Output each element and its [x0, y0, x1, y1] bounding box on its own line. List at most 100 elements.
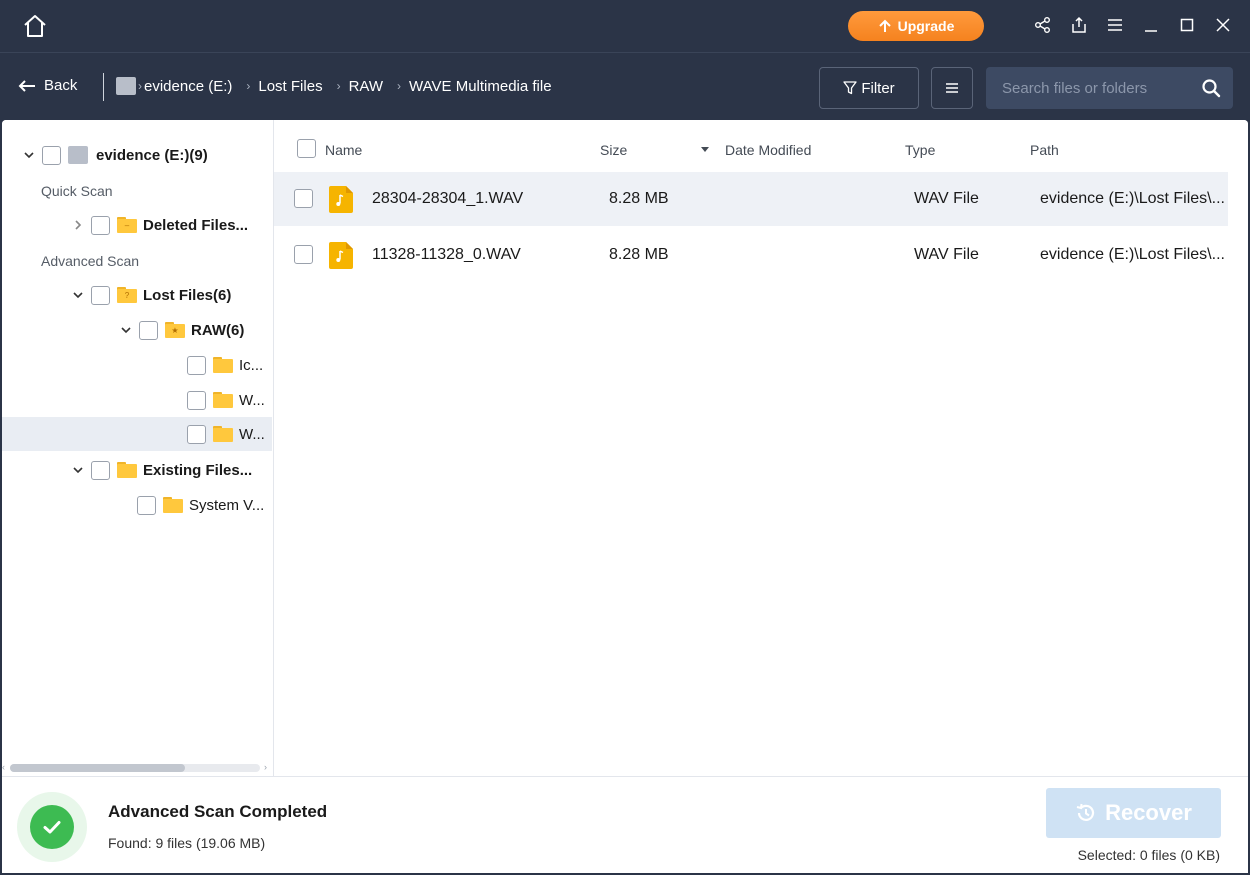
export-icon[interactable] [1068, 14, 1090, 36]
main-panel: evidence (E:)(9) Quick Scan – Deleted Fi… [2, 120, 1248, 873]
tree-item-label: W... [239, 425, 265, 443]
filter-label: Filter [861, 79, 895, 97]
recover-button[interactable]: Recover [1046, 788, 1221, 838]
checkbox[interactable] [187, 390, 206, 410]
file-path: evidence (E:)\Lost Files\... [1040, 246, 1225, 263]
row-checkbox[interactable] [294, 245, 313, 264]
checkbox[interactable] [139, 320, 158, 340]
row-checkbox[interactable] [294, 189, 313, 208]
column-header-name[interactable]: Name [325, 142, 362, 158]
tree-item-raw-child-selected[interactable]: W... [2, 417, 272, 451]
folder-icon [163, 497, 183, 513]
chevron-right-icon: › [336, 79, 341, 93]
checkbox[interactable] [91, 215, 110, 235]
history-icon [1076, 803, 1095, 821]
column-header-date-modified[interactable]: Date Modified [725, 142, 811, 158]
scroll-left-icon[interactable]: ‹ [2, 762, 5, 772]
section-label-quick-scan: Quick Scan [41, 183, 113, 199]
menu-icon[interactable] [1104, 14, 1126, 36]
upgrade-button[interactable]: Upgrade [848, 11, 984, 41]
search-input[interactable] [986, 67, 1191, 109]
tree-item-drive[interactable]: evidence (E:)(9) [22, 138, 208, 172]
scroll-right-icon[interactable]: › [264, 762, 267, 772]
audio-file-icon [329, 186, 353, 213]
filter-button[interactable]: Filter [819, 67, 919, 109]
chevron-down-icon[interactable] [22, 148, 36, 162]
selected-summary: Selected: 0 files (0 KB) [1077, 847, 1220, 863]
chevron-down-icon[interactable] [71, 288, 85, 302]
divider [103, 73, 104, 101]
close-icon[interactable] [1212, 14, 1234, 36]
column-header-size[interactable]: Size [600, 142, 627, 158]
tree-item-deleted-files[interactable]: – Deleted Files... [71, 208, 248, 242]
status-title: Advanced Scan Completed [108, 802, 328, 821]
tree-item-lost-files[interactable]: ? Lost Files(6) [71, 278, 231, 312]
list-view-icon [946, 83, 958, 93]
search-icon[interactable] [1201, 78, 1221, 98]
minimize-icon[interactable] [1140, 14, 1162, 36]
checkbox[interactable] [42, 145, 61, 165]
checkbox[interactable] [91, 285, 110, 305]
file-size: 8.28 MB [609, 190, 669, 207]
section-label-advanced-scan: Advanced Scan [41, 253, 140, 269]
tree-item-raw-child[interactable]: W... [187, 383, 265, 417]
drive-icon [68, 146, 88, 164]
chevron-down-icon[interactable] [71, 463, 85, 477]
file-type: WAV File [914, 246, 979, 263]
column-header-path[interactable]: Path [1030, 142, 1059, 158]
tree-item-label: evidence (E:)(9) [96, 146, 208, 164]
lost-folder-icon: ? [117, 287, 137, 303]
arrow-left-icon [18, 79, 35, 92]
breadcrumb-item-drive[interactable]: evidence (E:) [144, 78, 232, 95]
recover-label: Recover [1105, 800, 1192, 825]
file-size: 8.28 MB [609, 246, 669, 263]
navigation-bar: Back › evidence (E:) › Lost Files › RAW … [0, 52, 1250, 120]
checkbox[interactable] [91, 460, 110, 480]
folder-icon [213, 426, 233, 442]
view-menu-button[interactable] [931, 67, 973, 109]
tree-item-raw-child[interactable]: Ic... [187, 348, 263, 382]
table-row[interactable]: 28304-28304_1.WAV 8.28 MB WAV File evide… [274, 172, 1228, 226]
scrollbar-thumb[interactable] [10, 764, 185, 772]
back-label: Back [44, 77, 78, 94]
file-list: Name Size Date Modified Type Path 28304-… [274, 120, 1248, 776]
maximize-icon[interactable] [1176, 14, 1198, 36]
sidebar-tree: evidence (E:)(9) Quick Scan – Deleted Fi… [2, 120, 274, 776]
file-type: WAV File [914, 190, 979, 207]
tree-item-label: Ic... [239, 356, 264, 374]
chevron-down-icon[interactable] [119, 323, 133, 337]
arrow-up-icon [878, 19, 891, 32]
chevron-right-icon[interactable] [71, 218, 85, 232]
search-box [986, 67, 1233, 109]
share-icon[interactable] [1032, 14, 1054, 36]
horizontal-scrollbar[interactable]: ‹ › [2, 760, 273, 776]
tree-item-label: Existing Files... [143, 461, 253, 479]
breadcrumb-item-lost-files[interactable]: Lost Files [258, 78, 322, 95]
chevron-right-icon: › [246, 79, 251, 93]
checkbox[interactable] [187, 424, 206, 444]
checkbox[interactable] [137, 495, 156, 515]
column-header-type[interactable]: Type [905, 142, 935, 158]
tree-item-label: Lost Files(6) [143, 286, 232, 304]
filter-icon [843, 81, 857, 95]
tree-item-raw[interactable]: ★ RAW(6) [119, 313, 244, 347]
breadcrumb-item-wave[interactable]: WAVE Multimedia file [409, 78, 552, 95]
audio-file-icon [329, 242, 353, 269]
tree-item-system-volume[interactable]: System V... [137, 488, 264, 522]
table-row[interactable]: 11328-11328_0.WAV 8.28 MB WAV File evide… [274, 228, 1228, 282]
breadcrumb: › evidence (E:) › Lost Files › RAW › WAV… [116, 77, 552, 95]
deleted-folder-icon: – [117, 217, 137, 233]
upgrade-label: Upgrade [897, 18, 955, 34]
folder-icon [117, 462, 137, 478]
drive-icon [116, 77, 136, 95]
breadcrumb-item-raw[interactable]: RAW [349, 78, 383, 95]
back-button[interactable]: Back [18, 77, 77, 94]
select-all-checkbox[interactable] [297, 139, 316, 158]
tree-item-label: W... [239, 391, 265, 409]
tree-item-existing-files[interactable]: Existing Files... [71, 453, 252, 487]
checkbox[interactable] [187, 355, 206, 375]
file-path: evidence (E:)\Lost Files\... [1040, 190, 1225, 207]
found-summary: Found: 9 files (19.06 MB) [108, 835, 266, 851]
home-icon[interactable] [22, 14, 48, 38]
chevron-right-icon: › [138, 79, 142, 93]
